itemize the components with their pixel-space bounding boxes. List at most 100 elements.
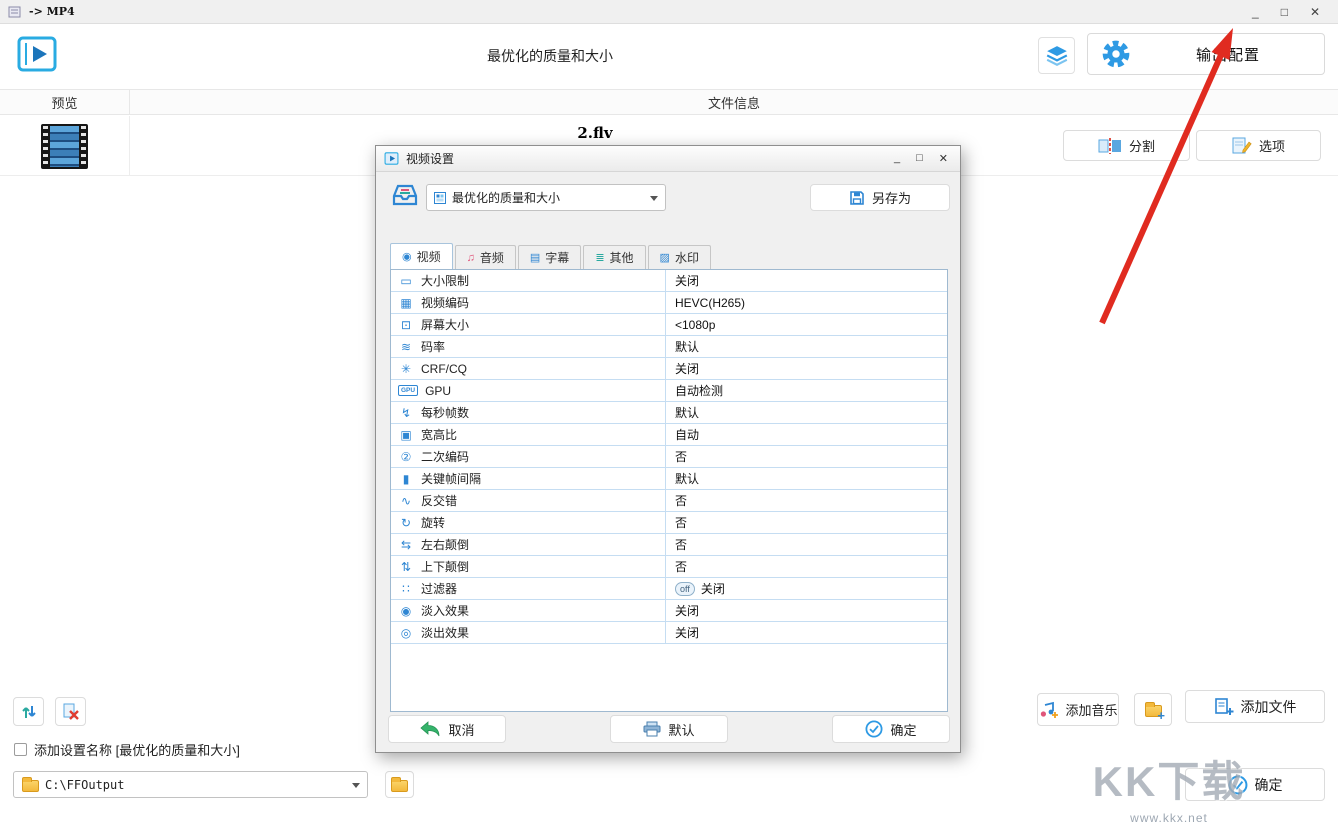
dialog-tab[interactable]: ♫ 音频	[455, 245, 516, 269]
setting-value-cell[interactable]: 关闭	[666, 600, 947, 621]
setting-label: 淡入效果	[421, 602, 469, 619]
setting-value-cell[interactable]: 关闭	[666, 270, 947, 291]
default-label: 默认	[668, 720, 694, 739]
preset-select[interactable]: 最优化的质量和大小	[426, 184, 666, 211]
setting-value-cell[interactable]: 关闭	[666, 358, 947, 379]
watermark-tab-icon: ▨	[660, 251, 670, 264]
setting-row[interactable]: ↯ 每秒帧数 默认	[391, 402, 947, 424]
setting-value-cell[interactable]: 默认	[666, 468, 947, 489]
printer-icon	[643, 721, 661, 737]
cancel-button[interactable]: 取消	[388, 715, 506, 743]
dialog-tab[interactable]: ▨ 水印	[648, 245, 711, 269]
window-app-icon	[8, 5, 22, 19]
flip-vertical-icon: ⇅	[398, 561, 414, 573]
split-button[interactable]: 分割	[1063, 130, 1190, 161]
filmstrip-right	[81, 126, 86, 167]
setting-row[interactable]: ◉ 淡入效果 关闭	[391, 600, 947, 622]
default-button[interactable]: 默认	[610, 715, 728, 743]
setting-row[interactable]: ▣ 宽高比 自动	[391, 424, 947, 446]
options-button[interactable]: 选项	[1196, 130, 1321, 161]
setting-value: 关闭	[675, 624, 699, 641]
remove-file-button[interactable]	[55, 697, 86, 726]
setting-row[interactable]: ⊡ 屏幕大小 <1080p	[391, 314, 947, 336]
setting-value-cell[interactable]: 否	[666, 556, 947, 577]
add-folder-button[interactable]: +	[1134, 693, 1172, 726]
add-name-checkbox[interactable]	[14, 743, 27, 756]
output-config-button[interactable]: 输出配置	[1087, 33, 1325, 75]
add-music-button[interactable]: 添加音乐	[1037, 693, 1119, 726]
fps-icon: ↯	[398, 407, 414, 419]
setting-row[interactable]: ◎ 淡出效果 关闭	[391, 622, 947, 644]
setting-value-cell[interactable]: 关闭	[666, 622, 947, 643]
setting-value-cell[interactable]: 自动	[666, 424, 947, 445]
video-thumbnail[interactable]	[41, 124, 88, 169]
setting-row[interactable]: ≋ 码率 默认	[391, 336, 947, 358]
setting-row[interactable]: ▮ 关键帧间隔 默认	[391, 468, 947, 490]
setting-label: 上下颠倒	[421, 558, 469, 575]
setting-value: 关闭	[675, 272, 699, 289]
dialog-close-button[interactable]: ✕	[939, 152, 948, 165]
column-header-fileinfo: 文件信息	[130, 90, 1338, 114]
setting-value-cell[interactable]: 否	[666, 446, 947, 467]
setting-value-cell[interactable]: 默认	[666, 402, 947, 423]
dialog-tab[interactable]: ◉ 视频	[390, 243, 453, 269]
setting-value-cell[interactable]: 自动检测	[666, 380, 947, 401]
dialog-tab[interactable]: ≣ 其他	[583, 245, 645, 269]
size-limit-icon: ▭	[398, 275, 414, 287]
setting-row[interactable]: ∿ 反交错 否	[391, 490, 947, 512]
video-codec-icon: ▦	[398, 297, 414, 309]
keyframe-icon: ▮	[398, 473, 414, 485]
folder-icon	[391, 780, 408, 792]
setting-row[interactable]: ② 二次编码 否	[391, 446, 947, 468]
fade-out-icon: ◎	[398, 627, 414, 639]
output-path-select[interactable]: C:\FFOutput	[13, 771, 368, 798]
setting-value-cell[interactable]: 否	[666, 512, 947, 533]
setting-value-cell[interactable]: <1080p	[666, 314, 947, 335]
setting-value-cell[interactable]: HEVC(H265)	[666, 292, 947, 313]
edit-document-icon	[1232, 137, 1252, 155]
setting-label-cell: ∿ 反交错	[391, 490, 666, 511]
app-logo-icon	[16, 33, 58, 75]
presets-list-button[interactable]	[1038, 37, 1075, 74]
confirm-button[interactable]: 确定	[1185, 768, 1325, 801]
maximize-button[interactable]: □	[1281, 5, 1288, 19]
setting-label-cell: ◉ 淡入效果	[391, 600, 666, 621]
setting-label-cell: ▦ 视频编码	[391, 292, 666, 313]
layers-icon	[1045, 44, 1069, 68]
setting-value-cell[interactable]: 否	[666, 534, 947, 555]
browse-folder-button[interactable]	[385, 771, 414, 798]
settings-table: ▭ 大小限制 关闭 ▦ 视频编码 HEVC(H265)	[390, 269, 948, 712]
save-as-button[interactable]: 另存为	[810, 184, 950, 211]
transfer-settings-button[interactable]	[13, 697, 44, 726]
dialog-tab[interactable]: ▤ 字幕	[518, 245, 581, 269]
setting-value: <1080p	[675, 318, 715, 332]
setting-value-cell[interactable]: 否	[666, 490, 947, 511]
setting-row[interactable]: ∷ 过滤器 off 关闭	[391, 578, 947, 600]
setting-row[interactable]: ↻ 旋转 否	[391, 512, 947, 534]
dialog-ok-button[interactable]: 确定	[832, 715, 950, 743]
setting-row[interactable]: ✳ CRF/CQ 关闭	[391, 358, 947, 380]
setting-row[interactable]: ⇅ 上下颠倒 否	[391, 556, 947, 578]
dialog-minimize-button[interactable]: _	[894, 152, 900, 165]
dialog-maximize-button[interactable]: □	[916, 152, 923, 165]
setting-value-cell[interactable]: off 关闭	[666, 578, 947, 599]
output-path-value: C:\FFOutput	[45, 778, 124, 792]
screen-size-icon: ⊡	[398, 319, 414, 331]
setting-value: 关闭	[701, 580, 725, 597]
minimize-button[interactable]: _	[1252, 5, 1259, 19]
close-button[interactable]: ✕	[1310, 5, 1320, 19]
add-file-button[interactable]: 添加文件	[1185, 690, 1325, 723]
setting-value-cell[interactable]: 默认	[666, 336, 947, 357]
setting-row[interactable]: ▭ 大小限制 关闭	[391, 270, 947, 292]
setting-value: 否	[675, 448, 687, 465]
off-badge-icon: off	[675, 582, 695, 596]
setting-label: 视频编码	[421, 294, 469, 311]
add-name-label: 添加设置名称 [最优化的质量和大小]	[34, 740, 240, 759]
setting-row[interactable]: GPU GPU 自动检测	[391, 380, 947, 402]
dialog-title: 视频设置	[406, 150, 454, 167]
dialog-app-icon	[384, 151, 399, 166]
setting-row[interactable]: ▦ 视频编码 HEVC(H265)	[391, 292, 947, 314]
setting-label: CRF/CQ	[421, 362, 467, 376]
setting-row[interactable]: ⇆ 左右颠倒 否	[391, 534, 947, 556]
preset-select-value: 最优化的质量和大小	[452, 189, 560, 206]
